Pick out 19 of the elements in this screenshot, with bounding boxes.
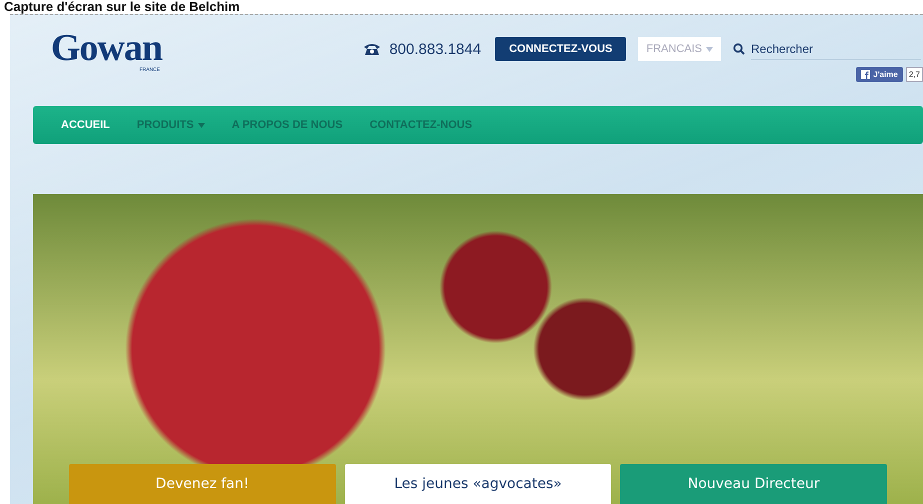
facebook-icon <box>861 70 870 79</box>
caret-icon <box>706 47 713 52</box>
hero-tab[interactable]: Devenez fan! <box>69 464 336 504</box>
search-field[interactable]: Rechercher <box>751 38 921 60</box>
language-dropdown[interactable]: FRANCAIS <box>638 37 721 61</box>
caption: Capture d'écran sur le site de Belchim <box>3 0 241 14</box>
phone-number: 800.883.1844 <box>363 40 482 58</box>
nav-link[interactable]: ACCUEIL <box>61 119 110 131</box>
login-button[interactable]: CONNECTEZ-VOUS <box>495 37 626 61</box>
hero-tab[interactable]: Les jeunes «agvocates» <box>344 464 612 504</box>
nav-link[interactable]: PRODUITS <box>136 119 194 131</box>
logo[interactable]: Gowan <box>50 29 162 67</box>
telephone-icon <box>363 42 382 56</box>
search-icon <box>733 43 745 55</box>
like-button[interactable]: J'aime <box>856 67 903 82</box>
nav-link[interactable]: A PROPOS DE NOUS <box>232 119 343 131</box>
nav-link[interactable]: CONTACTEZ-NOUS <box>370 119 472 131</box>
hero-tab[interactable]: Nouveau Directeur <box>620 464 888 504</box>
like-count: 2,7 <box>906 67 923 82</box>
